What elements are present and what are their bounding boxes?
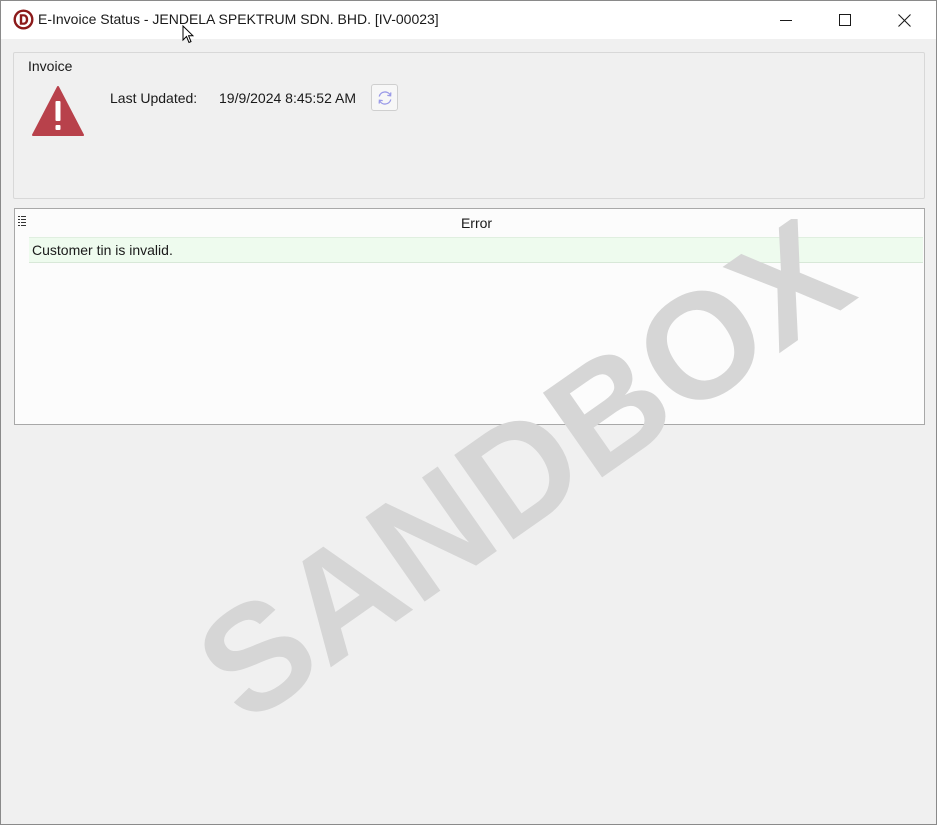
warning-icon [32,86,84,136]
close-button[interactable] [881,1,927,39]
maximize-icon [839,14,851,26]
last-updated-label: Last Updated: [110,90,198,106]
mouse-cursor-icon [182,25,194,44]
minimize-icon [780,20,792,21]
column-chooser-icon[interactable] [18,216,26,228]
invoice-group-label: Invoice [25,58,76,74]
error-grid[interactable]: Error Customer tin is invalid. [14,208,925,425]
error-cell: Customer tin is invalid. [32,242,173,258]
window-title: E-Invoice Status - JENDELA SPEKTRUM SDN.… [38,11,439,27]
e-invoice-status-window: E-Invoice Status - JENDELA SPEKTRUM SDN.… [0,0,937,825]
table-row[interactable]: Customer tin is invalid. [29,237,923,263]
d-logo-icon [13,9,34,30]
error-column-header[interactable]: Error [29,209,924,237]
last-updated-value: 19/9/2024 8:45:52 AM [219,90,356,106]
refresh-button[interactable] [371,84,398,111]
refresh-icon [378,90,391,105]
minimize-button[interactable] [763,1,809,39]
title-bar[interactable]: E-Invoice Status - JENDELA SPEKTRUM SDN.… [1,1,936,39]
close-icon [897,13,911,27]
invoice-groupbox: Invoice Last Updated: 19/9/2024 8:45:52 … [13,52,925,199]
maximize-button[interactable] [822,1,868,39]
client-area: Invoice Last Updated: 19/9/2024 8:45:52 … [10,39,930,817]
error-column-header-label: Error [460,215,493,231]
